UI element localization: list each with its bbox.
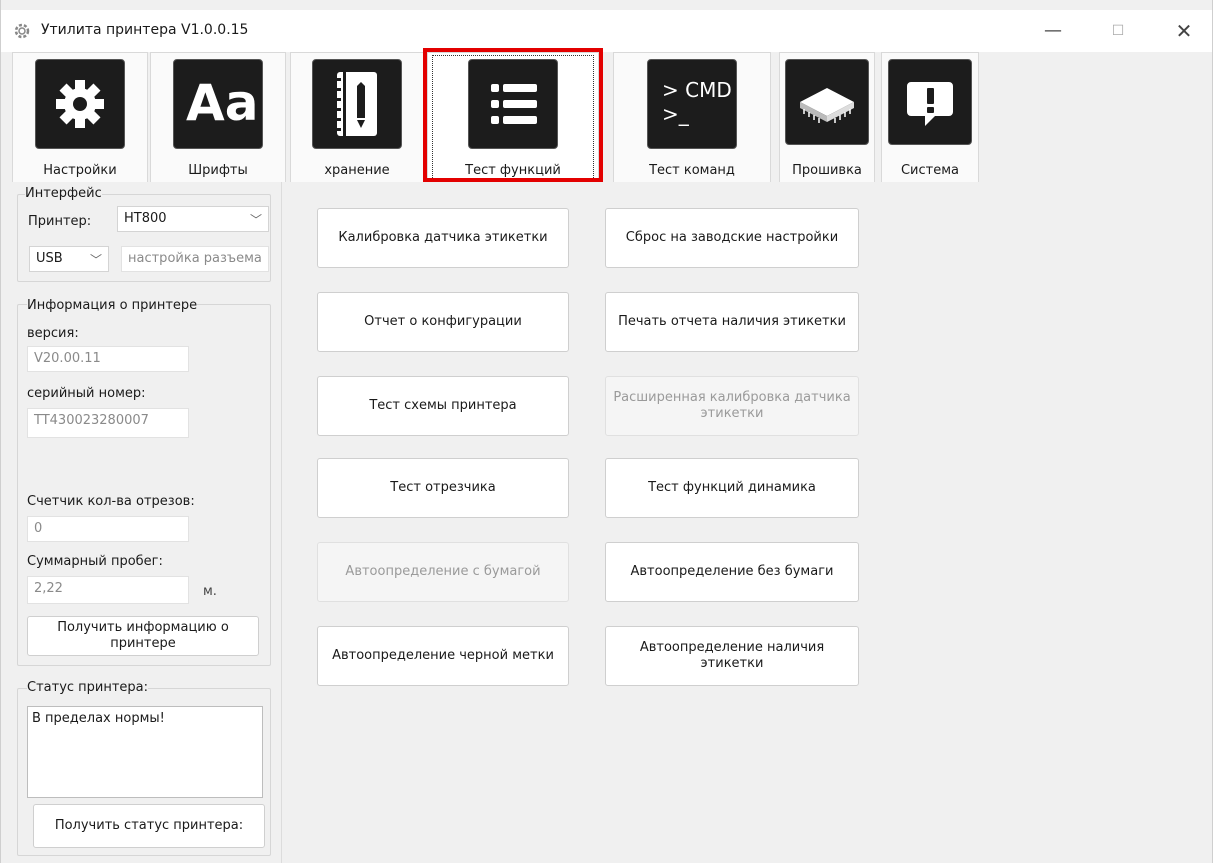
chip-icon xyxy=(785,59,869,145)
speaker-test-button[interactable]: Тест функций динамика xyxy=(605,458,859,518)
cmd-icon: > CMD >_ xyxy=(647,59,737,149)
get-info-button[interactable]: Получить информацию о принтере xyxy=(27,616,259,656)
cmd-icon-text-1: > CMD xyxy=(662,78,732,102)
tab-storage[interactable]: хранение xyxy=(290,52,424,182)
panel-separator xyxy=(281,182,282,863)
print-label-report-button[interactable]: Печать отчета наличия этикетки xyxy=(605,292,859,352)
printer-info-group-label: Информация о принтере xyxy=(27,298,198,313)
title-bar: Утилита принтера V1.0.0.15 — ☐ ✕ xyxy=(1,10,1212,52)
cut-counter-label: Счетчик кол-ва отрезов: xyxy=(27,494,195,509)
gear-icon xyxy=(35,59,125,149)
interface-group-label: Интерфейс xyxy=(25,186,102,201)
tab-label: Тест команд xyxy=(649,163,735,178)
calibrate-label-sensor-button[interactable]: Калибровка датчика этикетки xyxy=(317,208,569,268)
minimize-button[interactable]: — xyxy=(1038,18,1068,44)
notebook-icon xyxy=(312,59,402,149)
advanced-calibration-button[interactable]: Расширенная калибровка датчика этикетки xyxy=(605,376,859,436)
status-group-label: Статус принтера: xyxy=(27,680,149,695)
tab-function-test[interactable]: Тест функций xyxy=(427,52,599,182)
cut-counter-field[interactable]: 0 xyxy=(27,516,189,542)
autodetect-without-paper-button[interactable]: Автоопределение без бумаги xyxy=(605,542,859,602)
autodetect-label-presence-button[interactable]: Автоопределение наличия этикетки xyxy=(605,626,859,686)
version-label: версия: xyxy=(27,326,79,341)
tab-label: Настройки xyxy=(43,163,117,178)
mileage-label: Суммарный пробег: xyxy=(27,554,163,569)
chevron-down-icon: ﹀ xyxy=(89,253,102,267)
config-report-button[interactable]: Отчет о конфигурации xyxy=(317,292,569,352)
tab-firmware[interactable]: Прошивка xyxy=(779,52,875,182)
tab-label: хранение xyxy=(324,163,390,178)
printer-model-value: HT800 xyxy=(124,211,167,226)
cutter-test-button[interactable]: Тест отрезчика xyxy=(317,458,569,518)
autodetect-with-paper-button[interactable]: Автоопределение с бумагой xyxy=(317,542,569,602)
font-icon-text: Aa xyxy=(186,74,259,132)
cmd-icon-text-2: >_ xyxy=(662,102,689,126)
port-settings-field[interactable]: настройка разъема xyxy=(121,246,269,272)
port-value: USB xyxy=(36,251,63,266)
status-textarea[interactable]: В пределах нормы! xyxy=(27,706,263,798)
tab-label: Прошивка xyxy=(792,163,862,178)
get-status-button[interactable]: Получить статус принтера: xyxy=(33,804,265,848)
circuit-test-button[interactable]: Тест схемы принтера xyxy=(317,376,569,436)
tab-fonts[interactable]: Aa Шрифты xyxy=(150,52,286,182)
printer-label: Принтер: xyxy=(28,214,92,229)
tab-command-test[interactable]: > CMD >_ Тест команд xyxy=(613,52,771,182)
tab-label: Тест функций xyxy=(465,163,561,178)
list-icon xyxy=(468,59,558,149)
serial-field[interactable]: TT430023280007 xyxy=(27,408,189,438)
window-title: Утилита принтера V1.0.0.15 xyxy=(41,22,249,38)
tab-settings[interactable]: Настройки xyxy=(12,52,148,182)
app-gear-icon xyxy=(14,23,30,39)
tab-label: Шрифты xyxy=(188,163,248,178)
printer-model-select[interactable]: HT800 ﹀ xyxy=(117,206,269,232)
alert-icon xyxy=(888,59,972,145)
serial-label: серийный номер: xyxy=(27,386,146,401)
factory-reset-button[interactable]: Сброс на заводские настройки xyxy=(605,208,859,268)
font-icon: Aa xyxy=(173,59,263,149)
tab-system[interactable]: Система xyxy=(881,52,979,182)
maximize-button[interactable]: ☐ xyxy=(1103,18,1133,44)
close-button[interactable]: ✕ xyxy=(1169,18,1199,44)
autodetect-black-mark-button[interactable]: Автоопределение черной метки xyxy=(317,626,569,686)
mileage-field[interactable]: 2,22 xyxy=(27,576,189,604)
tab-label: Система xyxy=(900,163,960,178)
port-select[interactable]: USB ﹀ xyxy=(29,246,109,272)
mileage-unit: м. xyxy=(203,584,217,599)
version-field[interactable]: V20.00.11 xyxy=(27,346,189,372)
chevron-down-icon: ﹀ xyxy=(249,213,262,227)
app-window: Утилита принтера V1.0.0.15 — ☐ ✕ Настрой… xyxy=(0,0,1213,863)
